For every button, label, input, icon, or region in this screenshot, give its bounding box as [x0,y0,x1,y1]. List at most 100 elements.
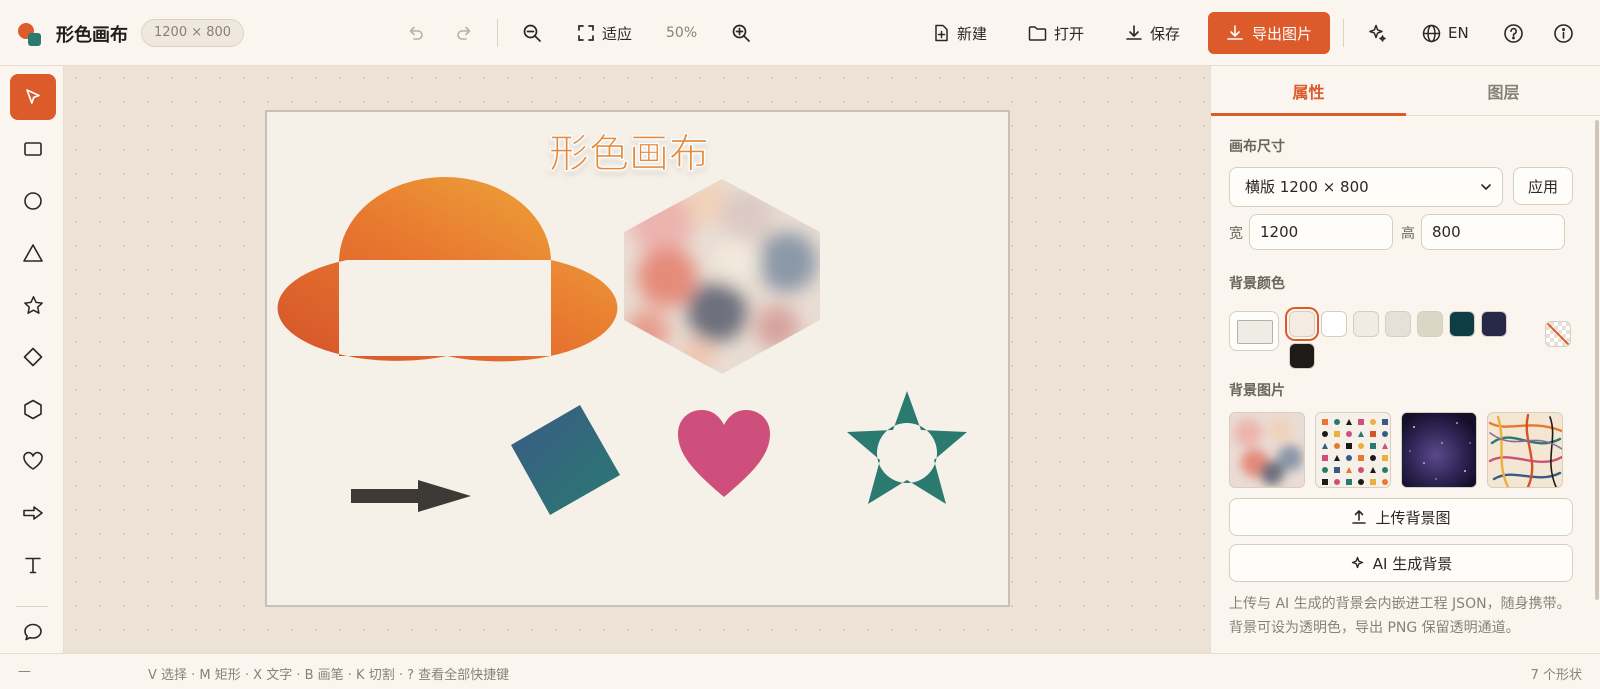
upload-label: 上传背景图 [1375,508,1451,527]
artboard-drawing: 形色画布 [277,130,967,515]
new-label: 新建 [957,24,988,43]
save-label: 保存 [1150,24,1181,43]
custom-color-picker[interactable] [1229,311,1279,351]
swatch-beige[interactable] [1417,311,1443,337]
tab-layers[interactable]: 图层 [1406,66,1600,116]
text-icon [25,557,41,574]
hexagon-icon [24,399,42,419]
app-logo-icon [18,23,41,46]
tool-rectangle[interactable] [10,126,56,172]
fit-label: 适应 [602,24,633,43]
tool-arrow[interactable] [10,490,56,536]
swatch-light-gray[interactable] [1385,311,1411,337]
app-title: 形色画布 [56,25,128,46]
bg-color-label: 背景颜色 [1229,276,1285,292]
artboard[interactable]: 形色画布 [265,110,1010,607]
canvas-size-select-value: 横版 1200 × 800 [1245,178,1369,196]
rectangle-icon [24,142,42,156]
tab-properties[interactable]: 属性 [1211,66,1406,116]
panel-tabs: 属性 图层 [1211,66,1600,116]
bg-thumb-strokes[interactable] [1487,412,1563,488]
fit-icon [578,25,594,41]
active-tab-indicator [1211,113,1406,116]
orange-dome-shape[interactable] [277,177,618,362]
canvas-size-badge: 1200 × 800 [141,19,245,47]
panel-scrollbar[interactable] [1595,120,1599,600]
language-button[interactable]: EN [1422,18,1469,48]
height-label: 高 [1401,226,1415,242]
redo-icon[interactable] [450,18,480,48]
export-label: 导出图片 [1251,24,1312,43]
status-bar: — V 选择 · M 矩形 · X 文字 · B 画笔 · K 切割 · ? 查… [0,653,1600,689]
zoom-in-icon[interactable] [726,18,756,48]
new-file-icon [935,24,948,42]
fit-button[interactable]: 适应 [577,18,632,48]
cursor-icon [26,89,40,104]
ai-sparkle-icon[interactable] [1362,18,1392,48]
tool-star[interactable] [10,282,56,328]
swatch-navy[interactable] [1481,311,1507,337]
tool-hexagon[interactable] [10,386,56,432]
heart-icon [23,451,43,470]
diamond-shape[interactable] [511,405,620,515]
tool-separator [16,606,48,607]
tool-triangle[interactable] [10,230,56,276]
help-icon[interactable] [1498,18,1528,48]
star-icon [23,295,43,314]
swatch-white[interactable] [1321,311,1347,337]
triangle-icon [23,244,43,262]
swatch-dark-teal[interactable] [1449,311,1475,337]
tool-select[interactable] [10,74,56,120]
bg-image-label: 背景图片 [1229,383,1285,399]
save-button[interactable]: 保存 [1125,18,1180,48]
tool-circle[interactable] [10,178,56,224]
width-label: 宽 [1229,226,1243,242]
toolbar-divider [1343,19,1344,47]
zoom-out-icon[interactable] [517,18,547,48]
sparkle-icon [1351,556,1363,568]
shape-toolbar [0,66,64,653]
bg-thumb-geometric[interactable] [1315,412,1391,488]
heart-shape[interactable] [678,410,770,497]
zoom-level: 50% [666,25,698,41]
current-color-preview [1237,320,1273,344]
arrow-shape[interactable] [351,480,471,512]
tool-diamond[interactable] [10,334,56,380]
apply-size-button[interactable]: 应用 [1513,167,1573,205]
transparent-swatch[interactable] [1545,321,1571,347]
download-icon [1126,25,1142,40]
canvas-size-select[interactable]: 横版 1200 × 800 [1229,167,1503,207]
tool-heart[interactable] [10,438,56,484]
new-button[interactable]: 新建 [933,18,987,48]
status-placeholder: — [18,664,31,679]
height-input[interactable]: 800 [1421,214,1565,250]
info-icon[interactable] [1548,18,1578,48]
open-button[interactable]: 打开 [1028,18,1084,48]
shortcut-hints: V 选择 · M 矩形 · X 文字 · B 画笔 · K 切割 · ? 查看全… [148,668,510,683]
undo-icon[interactable] [400,18,430,48]
diamond-icon [23,347,43,367]
upload-background-button[interactable]: 上传背景图 [1229,498,1573,536]
canvas-size-label: 画布尺寸 [1229,139,1285,155]
globe-icon [1422,24,1441,42]
width-input[interactable]: 1200 [1249,214,1393,250]
star-shape[interactable] [847,391,967,504]
bg-thumb-bokeh[interactable] [1229,412,1305,488]
ai-generate-background-button[interactable]: AI 生成背景 [1229,544,1573,582]
folder-icon [1028,25,1047,41]
swatch-black[interactable] [1289,343,1315,369]
canvas-title-text[interactable]: 形色画布 [548,130,709,177]
bokeh-hexagon-shape[interactable] [617,172,827,382]
tool-text[interactable] [10,542,56,588]
arrow-icon [23,506,43,520]
bg-thumb-galaxy[interactable] [1401,412,1477,488]
tool-comment[interactable] [10,609,56,655]
export-image-button[interactable]: 导出图片 [1208,12,1330,54]
properties-panel: 属性 图层 画布尺寸 横版 1200 × 800 应用 宽 1200 高 800… [1210,66,1600,653]
swatch-cream[interactable] [1289,311,1315,337]
shape-count: 7 个形状 [1530,668,1582,683]
background-hint-text: 上传与 AI 生成的背景会内嵌进工程 JSON，随身携带。背景可设为透明色，导出… [1229,596,1571,636]
swatch-ivory[interactable] [1353,311,1379,337]
canvas-workspace[interactable]: 形色画布 [64,66,1210,653]
galaxy-image [1402,413,1476,487]
